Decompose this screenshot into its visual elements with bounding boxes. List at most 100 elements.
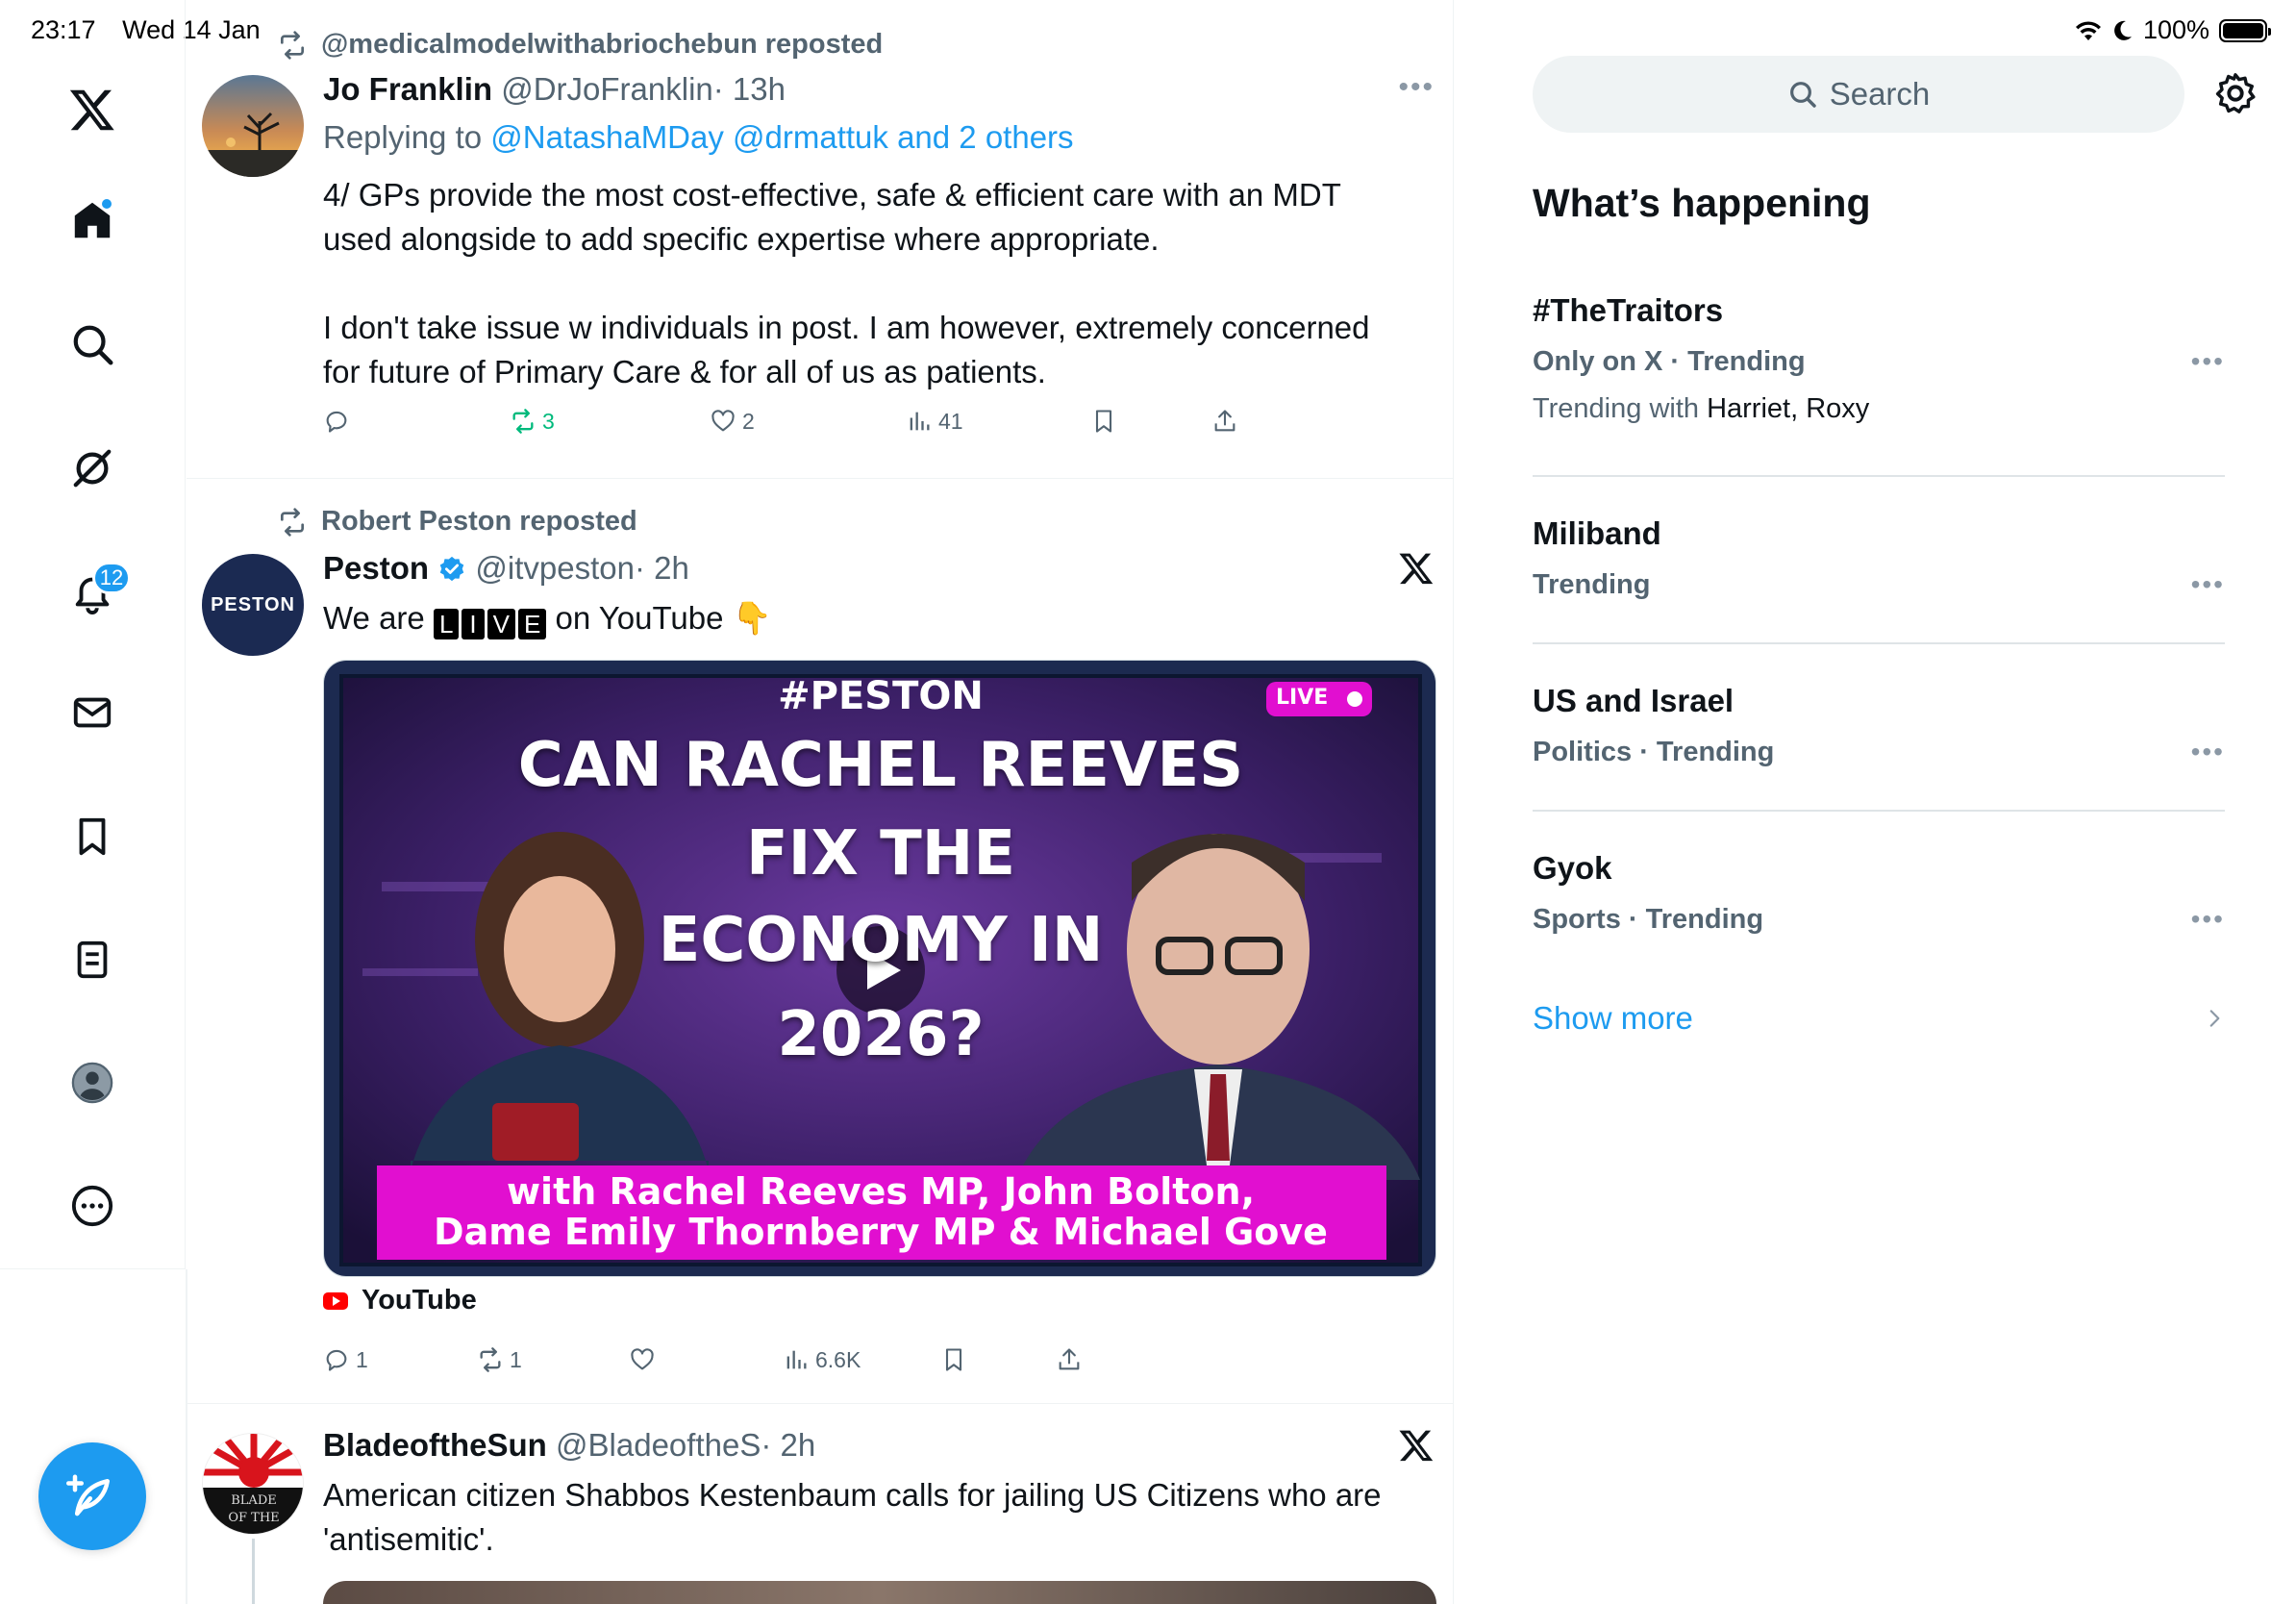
avatar[interactable]: BLADE OF THE	[202, 1433, 304, 1535]
thumbnail-headline-3: ECONOMY IN	[658, 905, 1104, 976]
trend-more-button[interactable]: •••	[2191, 904, 2225, 935]
tweet-header: Jo Franklin @DrJoFranklin· 13h	[323, 71, 786, 108]
trend-more-button[interactable]: •••	[2191, 569, 2225, 600]
nav-lists[interactable]	[58, 925, 127, 994]
trend-item[interactable]: Gyok Sports · Trending •••	[1533, 850, 2225, 936]
envelope-icon	[73, 697, 112, 728]
trend-more-button[interactable]: •••	[2191, 737, 2225, 767]
bookmark-icon	[1095, 410, 1112, 433]
views-chart-icon	[786, 1350, 807, 1369]
show-more-link[interactable]: Show more	[1533, 1000, 1693, 1037]
repost-button[interactable]: 1	[477, 1346, 522, 1373]
author-name[interactable]: BladeoftheSun	[323, 1427, 547, 1463]
x-logo-icon[interactable]	[58, 75, 127, 144]
bookmark-icon	[79, 817, 106, 856]
repost-indicator: Robert Peston reposted	[277, 506, 637, 538]
link-source[interactable]: YouTube	[323, 1285, 477, 1316]
trend-meta: Politics · Trending	[1533, 737, 1775, 767]
tweet-header: BladeoftheSun @BladeoftheS· 2h	[323, 1427, 815, 1464]
author-name[interactable]: Peston	[323, 550, 429, 586]
avatar-sunset-image	[202, 75, 304, 177]
settings-gear-icon[interactable]	[2213, 71, 2258, 115]
tweet-time: · 13h	[712, 71, 786, 107]
reply-button[interactable]: 1	[323, 1346, 368, 1373]
side-navigation: 12	[0, 0, 186, 1269]
unread-dot	[100, 197, 113, 211]
nav-messages[interactable]	[58, 678, 127, 747]
tweet-bladeofthesun[interactable]: BLADE OF THE BladeoftheSun @BladeoftheS·…	[187, 1404, 1453, 1604]
avatar-text-line-2: OF THE	[228, 1511, 280, 1525]
repost-count: 1	[510, 1346, 522, 1372]
author-handle[interactable]: @itvpeston	[475, 550, 635, 586]
tweet-text-paragraph-2: I don't take issue w individuals in post…	[323, 310, 1370, 389]
thumbnail-banner-line-1: with Rachel Reeves MP, John Bolton,	[506, 1170, 1256, 1213]
bookmark-icon	[945, 1348, 962, 1371]
trend-with: Trending with Harriet, Roxy	[1533, 393, 2225, 425]
tweet-peston[interactable]: Robert Peston reposted PESTON Peston @it…	[187, 479, 1453, 1404]
tweet-text-end: on YouTube 👇	[555, 600, 772, 636]
x-grok-icon[interactable]	[1398, 1427, 1435, 1464]
repost-button[interactable]: 3	[510, 408, 555, 435]
reply-to-users-link[interactable]: @NatashaMDay @drmattuk and 2 others	[490, 119, 1073, 155]
reply-button[interactable]	[323, 408, 356, 435]
timeline-feed: @medicalmodelwithabriochebun reposted Jo…	[187, 0, 1454, 1604]
trend-title: Gyok	[1533, 850, 1612, 886]
trend-title: Miliband	[1533, 515, 1661, 551]
video-thumbnail[interactable]: #PESTON LIVE CAN RACHEL REEVES FIX THE E…	[323, 660, 1436, 1277]
nav-home[interactable]	[58, 186, 127, 255]
reply-count: 1	[356, 1346, 368, 1372]
nav-bookmarks[interactable]	[58, 802, 127, 871]
bookmark-button[interactable]	[1090, 408, 1117, 435]
chevron-right-icon[interactable]	[2202, 1006, 2227, 1031]
thumbnail-headline-4: 2026?	[777, 999, 985, 1070]
nav-explore[interactable]	[58, 310, 127, 379]
nav-profile[interactable]	[58, 1048, 127, 1117]
like-button[interactable]: 2	[710, 408, 755, 435]
thumbnail-headline-2: FIX THE	[745, 818, 1016, 890]
tweet-more-button[interactable]: •••	[1398, 71, 1435, 104]
share-button[interactable]	[1211, 408, 1238, 435]
repost-indicator: @medicalmodelwithabriochebun reposted	[277, 29, 883, 61]
like-count: 2	[742, 408, 755, 434]
trend-item[interactable]: #TheTraitors Only on X · Trending Trendi…	[1533, 292, 2225, 425]
repost-by-text[interactable]: Robert Peston reposted	[321, 506, 637, 538]
repost-count: 3	[542, 408, 555, 434]
repost-by-text[interactable]: @medicalmodelwithabriochebun reposted	[321, 29, 883, 61]
avatar[interactable]: PESTON	[202, 554, 304, 656]
nav-notifications[interactable]: 12	[58, 558, 131, 627]
nav-grok[interactable]	[58, 434, 127, 503]
thumbnail-headline-1: CAN RACHEL REEVES	[517, 730, 1244, 801]
heart-icon	[631, 1348, 654, 1370]
reply-prefix: Replying to	[323, 119, 483, 155]
share-button[interactable]	[1056, 1346, 1083, 1373]
reply-context: Replying to @NatashaMDay @drmattuk and 2…	[323, 119, 1074, 156]
trend-with-names[interactable]: Harriet, Roxy	[1707, 393, 1869, 424]
tweet-jo-franklin[interactable]: @medicalmodelwithabriochebun reposted Jo…	[187, 0, 1453, 479]
nav-more[interactable]	[58, 1171, 127, 1241]
repost-icon	[512, 409, 534, 434]
like-button[interactable]	[629, 1346, 661, 1373]
youtube-icon	[323, 1291, 348, 1310]
grok-icon	[73, 449, 112, 488]
live-letter: V	[487, 609, 515, 639]
trend-item[interactable]: US and Israel Politics · Trending •••	[1533, 683, 2225, 768]
author-name[interactable]: Jo Franklin	[323, 71, 492, 107]
avatar[interactable]	[202, 75, 304, 177]
compose-button[interactable]	[38, 1442, 146, 1550]
verified-badge-icon	[439, 556, 464, 582]
trend-item[interactable]: Miliband Trending •••	[1533, 515, 2225, 601]
media-preview-top[interactable]	[323, 1581, 1436, 1604]
views-button[interactable]: 6.6K	[783, 1346, 861, 1373]
search-box[interactable]: Search	[1533, 56, 2184, 133]
views-button[interactable]: 41	[906, 408, 963, 435]
author-handle[interactable]: @DrJoFranklin	[501, 71, 713, 107]
trend-divider	[1533, 642, 2225, 644]
x-grok-icon[interactable]	[1398, 550, 1435, 587]
live-letter: I	[462, 609, 485, 639]
trend-more-button[interactable]: •••	[2191, 346, 2225, 377]
bookmark-button[interactable]	[940, 1346, 967, 1373]
avatar-text-line-1: BLADE	[231, 1493, 277, 1508]
view-count: 41	[938, 408, 963, 434]
search-placeholder: Search	[1829, 76, 1931, 112]
author-handle[interactable]: @BladeoftheS	[556, 1427, 761, 1463]
